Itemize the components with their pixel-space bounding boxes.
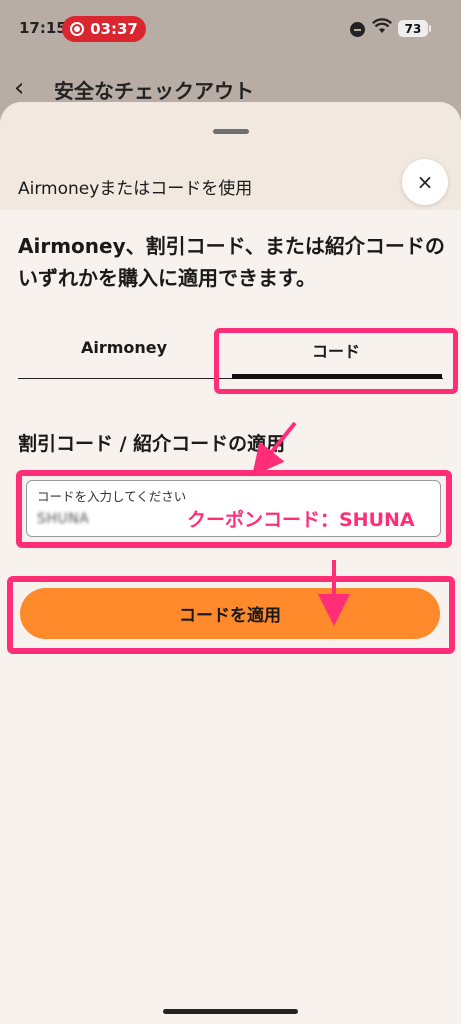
checkout-title: 安全なチェックアウト — [54, 79, 254, 103]
back-arrow-icon[interactable]: ‹ — [14, 74, 24, 102]
record-icon — [70, 22, 85, 36]
battery-nub — [429, 25, 431, 32]
status-time: 17:15 — [19, 19, 67, 37]
bottom-sheet: Airmoneyまたはコードを使用 × Airmoney、割引コード、または紹介… — [0, 102, 461, 1024]
recording-indicator[interactable]: 03:37 — [62, 16, 146, 42]
battery-icon: 73 — [398, 20, 428, 37]
home-indicator[interactable] — [163, 1009, 298, 1014]
arrow-to-input — [251, 421, 297, 477]
recording-time: 03:37 — [90, 20, 138, 38]
do-not-disturb-icon — [350, 22, 365, 37]
annotation-arrows — [251, 421, 350, 626]
status-bar: 17:15 03:37 73 — [0, 0, 461, 58]
wifi-icon — [372, 18, 392, 33]
